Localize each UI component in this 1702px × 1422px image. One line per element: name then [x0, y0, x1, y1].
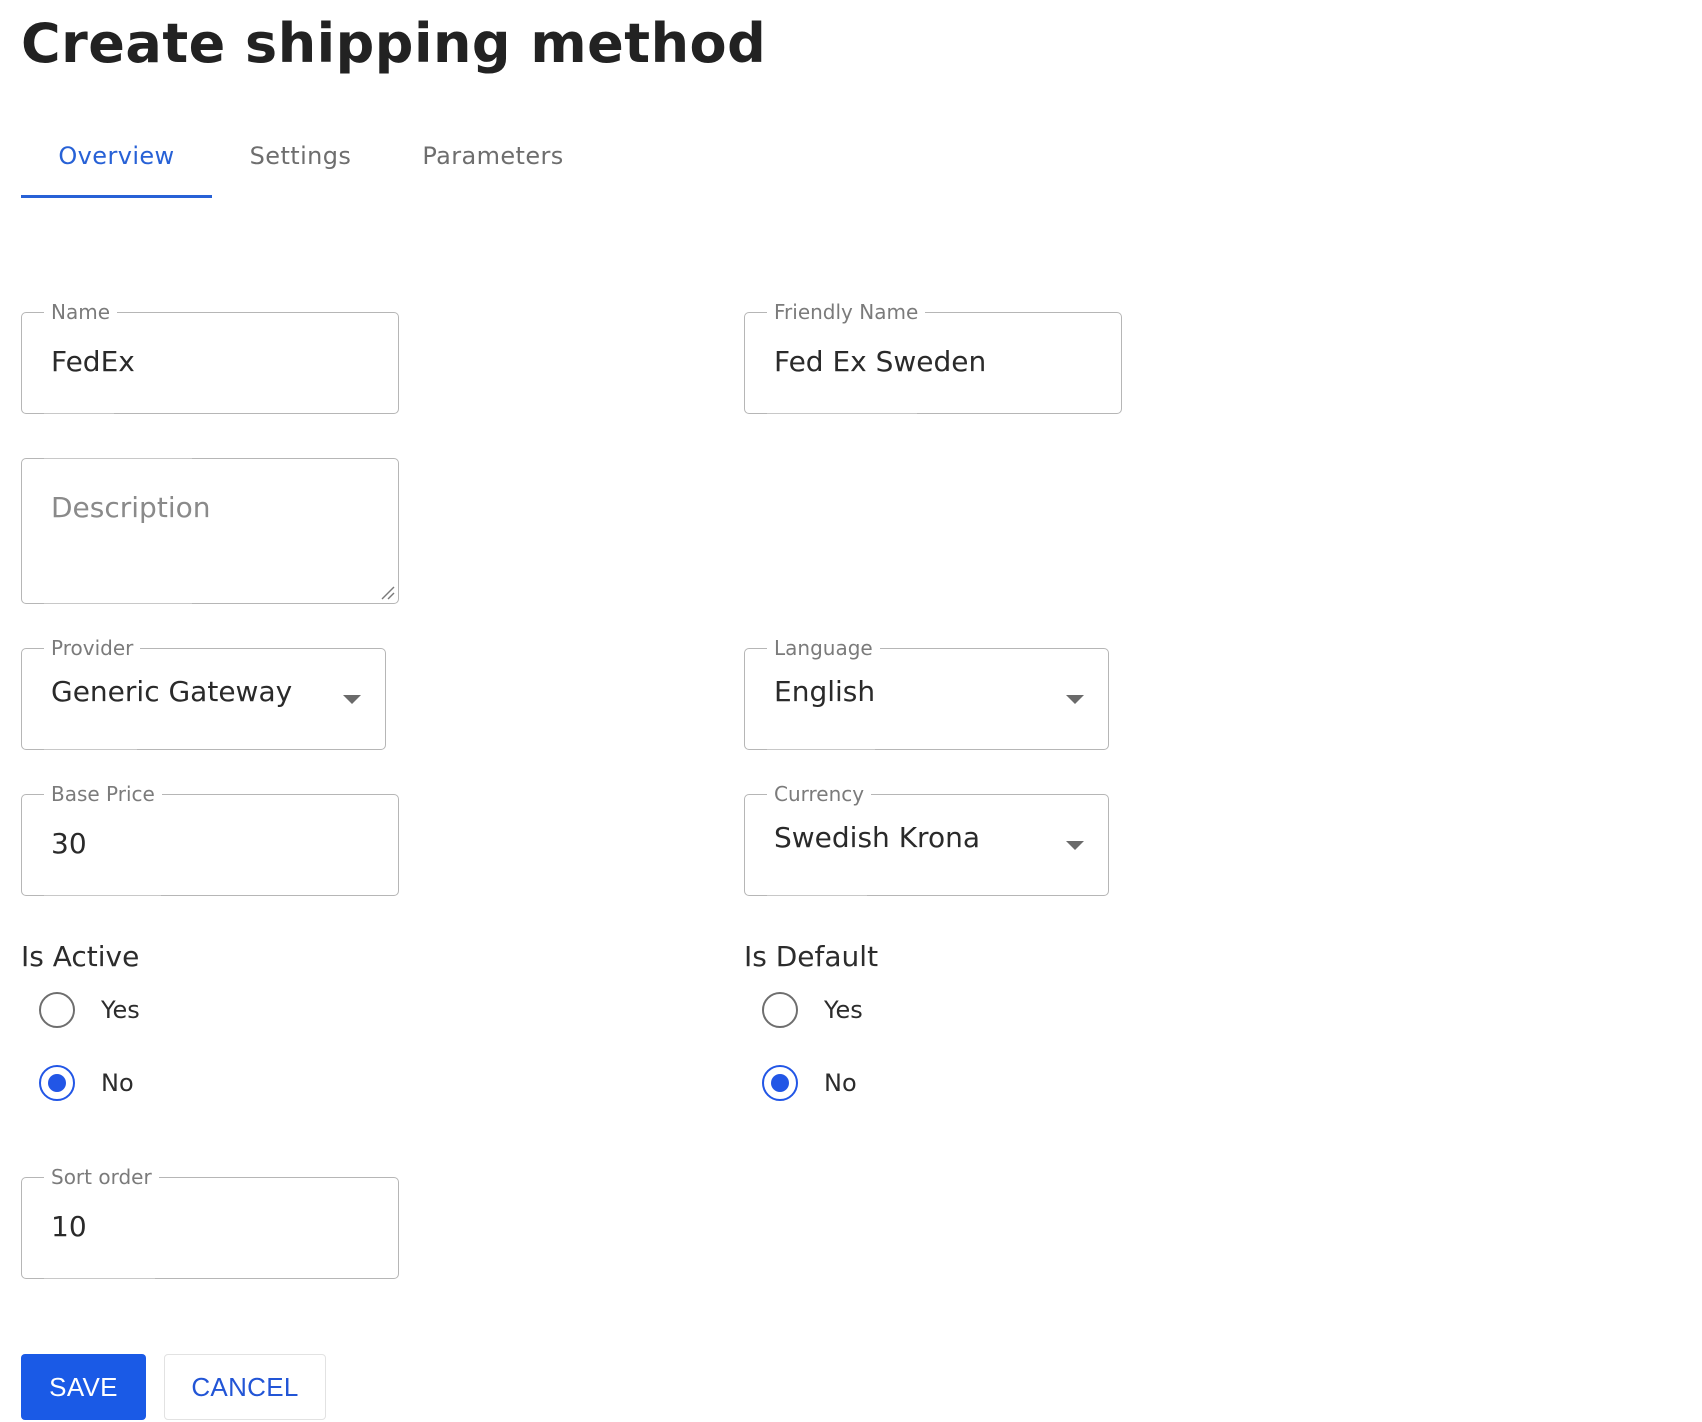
page-title: Create shipping method — [21, 12, 767, 75]
is-active-yes-radio[interactable]: Yes — [39, 990, 140, 1030]
name-underline — [44, 413, 114, 414]
base-price-label: Base Price — [44, 782, 162, 806]
friendly-name-field[interactable]: Friendly Name Fed Ex Sweden — [744, 300, 1122, 414]
radio-checked-icon — [762, 1065, 798, 1101]
chevron-down-icon — [1066, 695, 1084, 704]
base-price-field[interactable]: Base Price 30 — [21, 782, 399, 896]
radio-circle-icon — [39, 992, 75, 1028]
is-default-no-label: No — [824, 1069, 857, 1097]
description-textarea[interactable]: Description — [21, 458, 399, 604]
friendly-name-value: Fed Ex Sweden — [774, 345, 987, 378]
save-button[interactable]: SAVE — [21, 1354, 146, 1420]
tab-parameters[interactable]: Parameters — [389, 120, 597, 198]
tab-settings[interactable]: Settings — [212, 120, 389, 198]
sort-order-value: 10 — [51, 1210, 87, 1243]
description-underline — [44, 603, 192, 604]
language-value: English — [774, 675, 876, 708]
sort-order-label: Sort order — [44, 1165, 159, 1189]
tab-overview[interactable]: Overview — [21, 120, 212, 198]
provider-value: Generic Gateway — [51, 675, 293, 708]
currency-select[interactable]: Currency Swedish Krona — [744, 782, 1109, 896]
name-label: Name — [44, 300, 118, 324]
language-select[interactable]: Language English — [744, 636, 1109, 750]
provider-underline — [44, 749, 137, 750]
is-default-no-radio[interactable]: No — [762, 1063, 857, 1103]
radio-circle-icon — [762, 992, 798, 1028]
friendly-name-underline — [767, 413, 917, 414]
tab-bar: Overview Settings Parameters — [21, 120, 641, 198]
currency-label: Currency — [767, 782, 872, 806]
base-price-underline — [44, 895, 161, 896]
chevron-down-icon — [343, 695, 361, 704]
is-active-no-radio[interactable]: No — [39, 1063, 134, 1103]
is-active-no-label: No — [101, 1069, 134, 1097]
name-field[interactable]: Name FedEx — [21, 300, 399, 414]
cancel-button[interactable]: CANCEL — [164, 1354, 326, 1420]
sort-order-underline — [44, 1278, 155, 1279]
base-price-value: 30 — [51, 827, 87, 860]
currency-value: Swedish Krona — [774, 821, 980, 854]
provider-select[interactable]: Provider Generic Gateway — [21, 636, 386, 750]
friendly-name-label: Friendly Name — [767, 300, 926, 324]
language-underline — [767, 749, 875, 750]
name-value: FedEx — [51, 345, 135, 378]
language-label: Language — [767, 636, 880, 660]
chevron-down-icon — [1066, 841, 1084, 850]
is-default-yes-label: Yes — [824, 996, 863, 1024]
is-default-label: Is Default — [744, 940, 879, 973]
provider-label: Provider — [44, 636, 141, 660]
description-topline — [44, 458, 192, 459]
is-default-yes-radio[interactable]: Yes — [762, 990, 863, 1030]
currency-underline — [767, 895, 867, 896]
description-placeholder: Description — [51, 491, 211, 524]
sort-order-field[interactable]: Sort order 10 — [21, 1165, 399, 1279]
is-active-label: Is Active — [21, 940, 140, 973]
resize-handle-icon[interactable] — [379, 584, 395, 600]
is-active-yes-label: Yes — [101, 996, 140, 1024]
radio-checked-icon — [39, 1065, 75, 1101]
